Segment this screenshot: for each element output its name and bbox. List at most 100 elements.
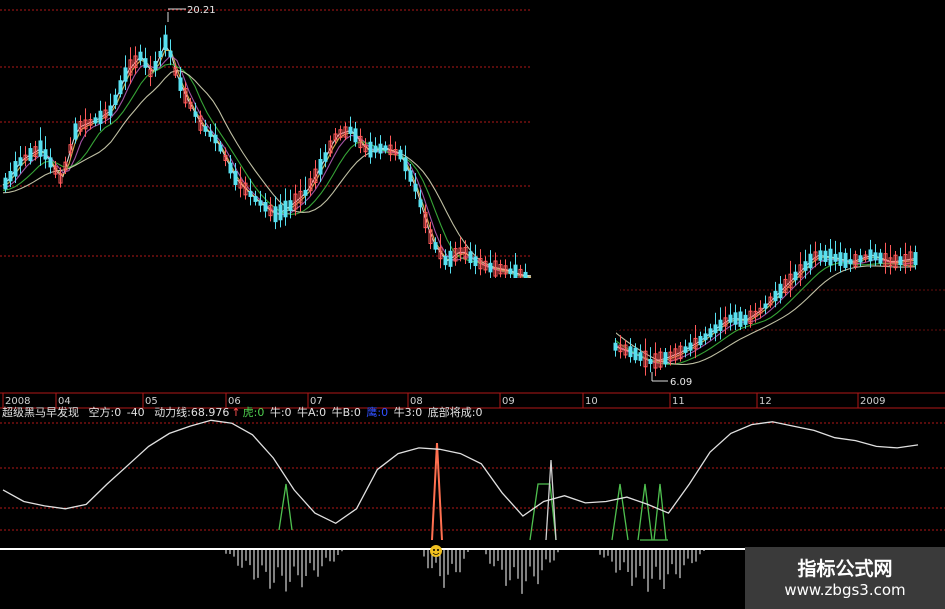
candle-body [203, 126, 208, 132]
candle-body [633, 347, 638, 361]
candle-body [73, 123, 78, 140]
candle [308, 170, 313, 197]
candle [133, 46, 138, 75]
watermark-title: 指标公式网 [797, 558, 893, 580]
candle-body [348, 126, 353, 134]
candle-body [143, 58, 148, 68]
candle [328, 135, 333, 157]
candle [438, 234, 443, 269]
candle-body [778, 283, 783, 299]
candle [38, 127, 43, 166]
candle [273, 196, 278, 230]
x-tick-label: 10 [585, 396, 598, 407]
dongli-value: 动力线:68.976 [154, 406, 230, 419]
candle-body [258, 200, 263, 206]
candle [453, 241, 458, 266]
candle [388, 135, 393, 162]
candle-body [383, 145, 388, 151]
watermark-url: www.zbgs3.com [784, 581, 906, 599]
candle-body [898, 256, 903, 266]
candle-body [3, 177, 8, 190]
candle [48, 148, 53, 174]
candle [623, 340, 628, 359]
candle [488, 250, 493, 282]
candle [343, 122, 348, 141]
candle [783, 274, 788, 296]
candle [208, 124, 213, 142]
dibu-value: 底部将成:0 [427, 406, 483, 419]
candle [858, 248, 863, 267]
candle [313, 160, 318, 189]
candle-body [683, 346, 688, 353]
candle [228, 154, 233, 179]
candle-body [873, 252, 878, 261]
candle-body [708, 328, 713, 338]
smiley-icon [430, 545, 442, 557]
candle-body [763, 303, 768, 309]
candle-body [113, 94, 118, 106]
candle-body [628, 346, 633, 358]
signal-box [529, 483, 557, 541]
candle-body [738, 311, 743, 327]
candle-body [283, 200, 288, 218]
candle [148, 55, 153, 87]
candle-body [743, 314, 748, 325]
candle [888, 244, 893, 275]
candle-body [43, 149, 48, 160]
candle-body [213, 134, 218, 144]
signal-spike-red [431, 442, 443, 541]
candle-body [118, 80, 123, 95]
hu-value: 虎:0 [242, 406, 265, 419]
candle [283, 188, 288, 226]
candle [23, 146, 28, 167]
candle [658, 347, 663, 371]
candle [873, 244, 878, 267]
candle [398, 145, 403, 162]
candle [243, 176, 248, 200]
candle [358, 128, 363, 154]
candle [378, 135, 383, 160]
high-price-label: 20.21 [187, 5, 216, 16]
candle-body [263, 201, 268, 212]
candle-body [158, 50, 163, 58]
niu-value: 牛:0 [269, 406, 292, 419]
candle-body [373, 145, 378, 153]
candle-body [138, 51, 143, 61]
candle-body [843, 252, 848, 268]
candle [743, 309, 748, 329]
candle [448, 241, 453, 274]
candle-body [318, 159, 323, 175]
kongfang-value: 空方:0 [88, 406, 122, 419]
candle-body [718, 319, 723, 331]
kongfang-level: -40 [126, 406, 145, 419]
candle-body [123, 67, 128, 82]
indicator-panel-grid [0, 422, 945, 531]
candle [403, 145, 408, 180]
candle [483, 256, 488, 274]
niu3-value: 牛3:0 [393, 406, 423, 419]
candle [168, 39, 173, 66]
candle-body [253, 196, 258, 202]
candle [278, 194, 283, 228]
occlusion-mask [0, 278, 620, 338]
candle [98, 100, 103, 131]
candle-body [833, 253, 838, 262]
candle [773, 281, 778, 308]
candle-body [848, 259, 853, 265]
candle-body [868, 249, 873, 262]
candle [493, 252, 498, 283]
ma-line [2, 54, 532, 279]
signal-spike [637, 483, 653, 541]
candle-body [378, 143, 383, 154]
candle-body [418, 199, 423, 208]
candle [793, 264, 798, 286]
candle-body [663, 352, 668, 365]
bottom-histogram [225, 550, 705, 594]
candle [113, 88, 118, 110]
candle-body [38, 140, 43, 157]
candle-body [793, 271, 798, 281]
candle-body [688, 342, 693, 351]
candle [713, 312, 718, 342]
candle [468, 242, 473, 270]
candle-body [818, 250, 823, 261]
